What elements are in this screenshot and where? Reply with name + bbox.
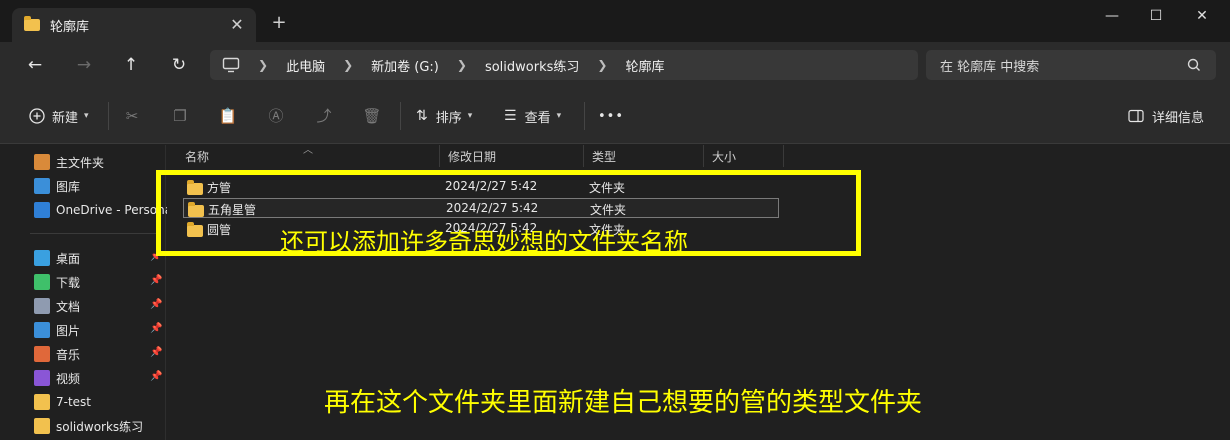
sidebar-item-icon <box>34 202 50 218</box>
pin-icon: 📌 <box>150 347 163 358</box>
sidebar-item-icon <box>34 322 50 338</box>
chevron-right-icon: ❯ <box>343 58 354 72</box>
toolbar-divider <box>108 102 109 130</box>
folder-icon <box>24 16 40 31</box>
sidebar-item[interactable]: solidworks练习 <box>34 416 143 436</box>
sidebar-item-label: 视频 <box>56 371 81 386</box>
forward-button[interactable]: → <box>73 54 95 76</box>
computer-icon <box>222 57 240 73</box>
sidebar-item-label: 7-test <box>56 395 92 409</box>
chevron-down-icon: ▾ <box>467 111 473 121</box>
column-header-size[interactable]: 大小 <box>704 145 784 167</box>
chevron-right-icon: ❯ <box>597 58 608 72</box>
sidebar-item-label: 文档 <box>56 299 81 314</box>
chevron-right-icon: ❯ <box>258 58 269 72</box>
chevron-down-icon: ▾ <box>84 111 89 121</box>
search-placeholder: 在 轮廓库 中搜索 <box>940 59 1040 75</box>
breadcrumb-drive[interactable]: 新加卷 (G:) <box>371 56 439 75</box>
chevron-right-icon: ❯ <box>456 58 467 72</box>
column-header-type[interactable]: 类型 <box>584 145 704 167</box>
sidebar-item-label: 图片 <box>56 323 81 338</box>
annotation-bottom-text: 再在这个文件夹里面新建自己想要的管的类型文件夹 <box>324 388 923 418</box>
command-bar: 新建 ▾ ✂ ❐ 📋 Ⓐ ⤴ 🗑 ⇅ 排序 ▾ ☰ 查看 ▾ ••• 详细信息 <box>0 88 1230 144</box>
sidebar-item-label: 主文件夹 <box>56 155 105 170</box>
sidebar-item[interactable]: 图片 <box>34 320 80 340</box>
sidebar-item[interactable]: 图库 <box>34 176 80 196</box>
sidebar-item[interactable]: 视频 <box>34 368 80 388</box>
sidebar-item-icon <box>34 298 50 314</box>
rename-icon[interactable]: Ⓐ <box>266 106 286 126</box>
sidebar-item[interactable]: 7-test <box>34 392 91 412</box>
breadcrumb-solidworks[interactable]: solidworks练习 <box>485 56 579 75</box>
column-header-date[interactable]: 修改日期 <box>440 145 584 167</box>
close-tab-button[interactable]: ✕ <box>228 16 246 34</box>
tab-title: 轮廓库 <box>50 19 90 35</box>
toolbar-divider <box>400 102 401 130</box>
sidebar-item[interactable]: 文档 <box>34 296 80 316</box>
address-row: ← → ↑ ↻ ❯ 此电脑 ❯ 新加卷 (G:) ❯ solidworks练习 … <box>0 42 1230 88</box>
copy-icon[interactable]: ❐ <box>170 106 190 126</box>
sort-label: 排序 <box>435 110 462 126</box>
sidebar-item-icon <box>34 346 50 362</box>
sidebar-item[interactable]: 音乐 <box>34 344 80 364</box>
toolbar-divider <box>584 102 585 130</box>
breadcrumb-current[interactable]: 轮廓库 <box>625 56 664 75</box>
sidebar-item-label: OneDrive - Persona <box>56 203 173 217</box>
paste-icon[interactable]: 📋 <box>218 106 238 126</box>
sidebar-item-label: 桌面 <box>56 251 81 266</box>
sidebar-item-label: solidworks练习 <box>56 419 144 434</box>
sidebar-divider <box>30 233 160 234</box>
sort-button[interactable]: ⇅ 排序 ▾ <box>416 104 472 128</box>
sidebar-item-icon <box>34 274 50 290</box>
search-icon[interactable] <box>1186 57 1202 73</box>
sidebar-item-label: 图库 <box>56 179 81 194</box>
sidebar-item-icon <box>34 370 50 386</box>
up-button[interactable]: ↑ <box>120 54 142 76</box>
new-tab-button[interactable]: + <box>270 14 288 32</box>
back-button[interactable]: ← <box>24 54 46 76</box>
sidebar-item-icon <box>34 154 50 170</box>
new-button[interactable]: 新建 ▾ <box>28 104 89 128</box>
details-label: 详细信息 <box>1152 110 1205 126</box>
view-button[interactable]: ☰ 查看 ▾ <box>504 104 561 128</box>
delete-icon[interactable]: 🗑 <box>362 106 382 126</box>
new-label: 新建 <box>52 110 79 126</box>
sidebar-item-label: 音乐 <box>56 347 81 362</box>
search-input[interactable]: 在 轮廓库 中搜索 <box>926 50 1216 80</box>
breadcrumb-this-pc[interactable]: 此电脑 <box>286 56 325 75</box>
close-window-button[interactable]: ✕ <box>1192 6 1212 26</box>
navigation-pane: 主文件夹图库 OneDrive - Persona 桌面 📌 下载 📌 文档 📌 图片 📌 音乐 📌 视… <box>0 145 172 440</box>
cut-icon[interactable]: ✂ <box>122 106 142 126</box>
pin-icon: 📌 <box>150 299 163 310</box>
sidebar-item-icon <box>34 250 50 266</box>
more-options-button[interactable]: ••• <box>598 104 624 128</box>
tab-current[interactable]: 轮廓库 ✕ <box>12 8 256 42</box>
address-bar[interactable]: ❯ 此电脑 ❯ 新加卷 (G:) ❯ solidworks练习 ❯ 轮廓库 <box>210 50 918 80</box>
sidebar-item-icon <box>34 178 50 194</box>
pin-icon: 📌 <box>150 275 163 286</box>
sidebar-item[interactable]: 桌面 <box>34 248 80 268</box>
sidebar-item-icon <box>34 418 50 434</box>
view-icon: ☰ <box>504 108 517 124</box>
pin-icon: 📌 <box>150 371 163 382</box>
view-label: 查看 <box>524 110 551 126</box>
sidebar-item[interactable]: 主文件夹 <box>34 152 104 172</box>
details-pane-button[interactable]: 详细信息 <box>1128 104 1204 128</box>
sidebar-item[interactable]: OneDrive - Persona <box>34 200 172 220</box>
sidebar-item[interactable]: 下载 <box>34 272 80 292</box>
chevron-down-icon: ▾ <box>556 111 562 121</box>
details-pane-icon <box>1128 109 1144 123</box>
annotation-highlight-text: 还可以添加许多奇思妙想的文件夹名称 <box>280 228 688 256</box>
title-bar: 轮廓库 ✕ + — ☐ ✕ <box>0 0 1230 42</box>
maximize-button[interactable]: ☐ <box>1146 6 1166 26</box>
refresh-button[interactable]: ↻ <box>168 54 190 76</box>
sidebar-item-icon <box>34 394 50 410</box>
share-icon[interactable]: ⤴ <box>314 106 334 126</box>
sidebar-item-label: 下载 <box>56 275 81 290</box>
sort-icon: ⇅ <box>416 108 428 124</box>
plus-circle-icon <box>29 108 45 124</box>
minimize-button[interactable]: — <box>1102 6 1122 26</box>
pin-icon: 📌 <box>150 323 163 334</box>
column-header-name[interactable]: 名称 <box>177 145 440 167</box>
